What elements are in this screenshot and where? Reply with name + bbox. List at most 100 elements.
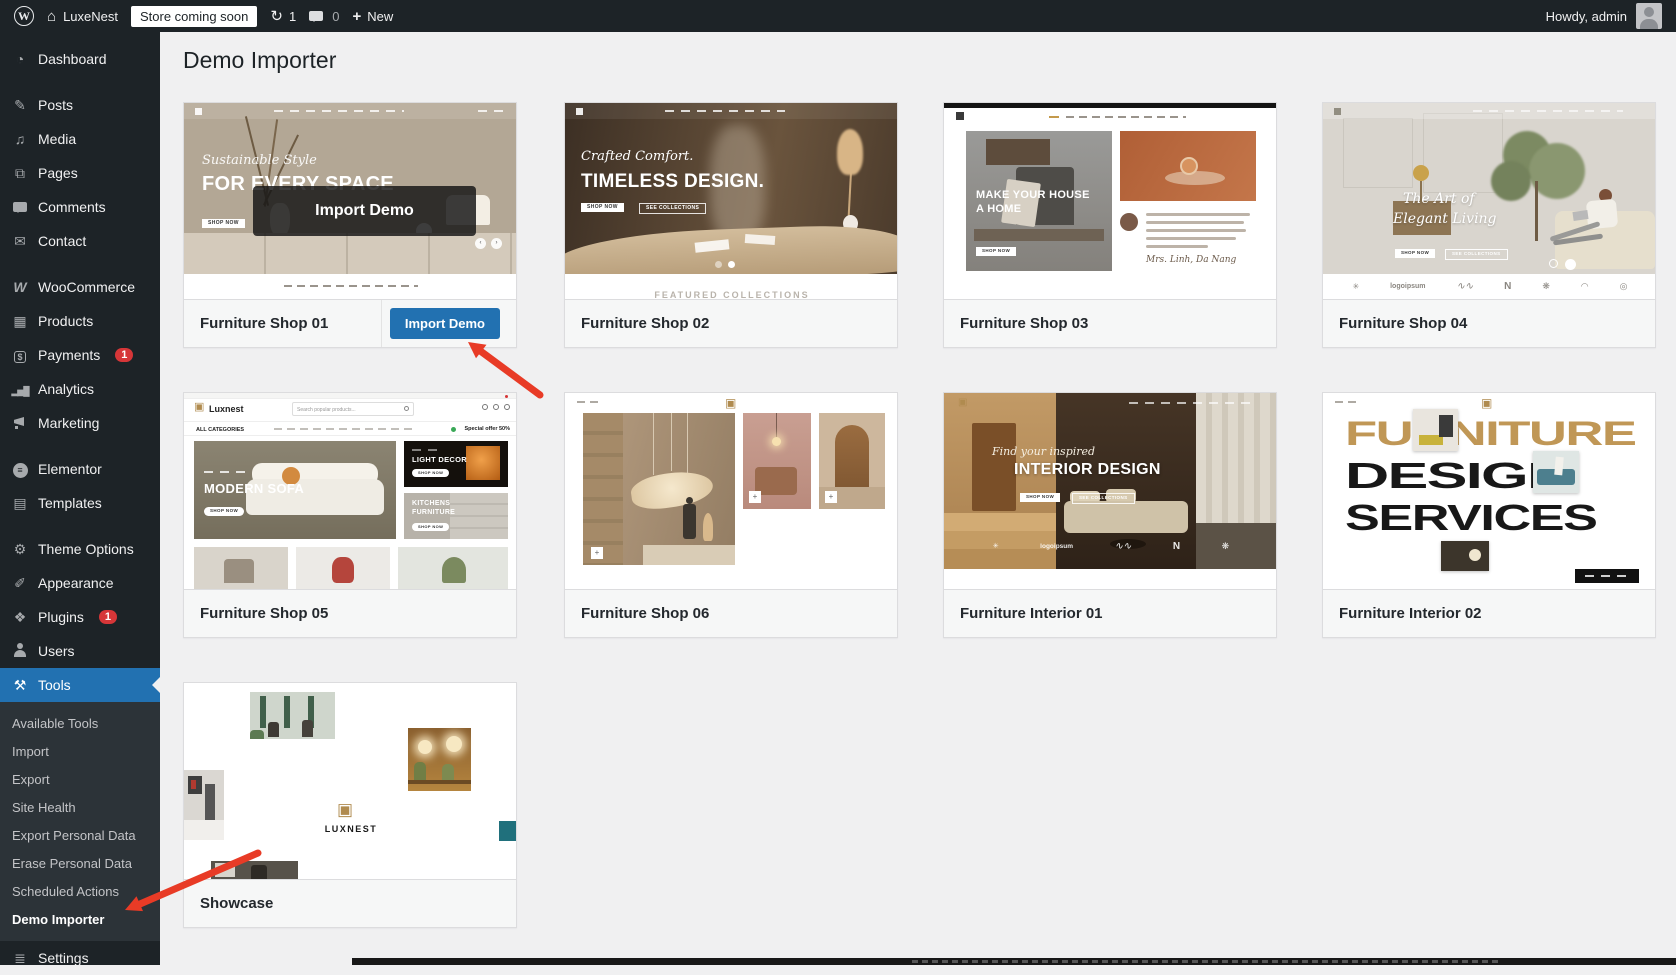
wall-panel-shape xyxy=(1343,118,1413,188)
lamp-glow-shape xyxy=(1469,549,1481,561)
sidebar-item-dashboard[interactable]: ◔Dashboard xyxy=(0,42,160,76)
import-demo-overlay-button[interactable]: Import Demo xyxy=(253,186,476,236)
stone-column-shape xyxy=(583,413,623,565)
wordpress-logo-icon[interactable]: W xyxy=(14,6,34,26)
demo-card-furniture-shop-06: ▣ + + + xyxy=(564,392,898,638)
new-plus-icon[interactable]: + xyxy=(352,8,361,25)
sunburst-logo-icon: ❋ xyxy=(1542,281,1550,292)
demo-thumbnail[interactable]: MAKE YOUR HOUSE A HOME SHOP NOW Mrs. Lin… xyxy=(944,103,1276,299)
sidebar-item-tools[interactable]: ⚒Tools xyxy=(0,668,160,702)
avatar[interactable] xyxy=(1636,3,1662,29)
sidebar-item-templates[interactable]: ▤Templates xyxy=(0,486,160,520)
script-text-shape xyxy=(412,449,438,451)
sidebar-item-elementor[interactable]: ≡Elementor xyxy=(0,452,160,486)
thumb-nav-icons-shape xyxy=(478,110,508,112)
plus-badge: + xyxy=(749,491,761,503)
scatter-photo-workshop xyxy=(211,861,298,879)
demo-thumbnail[interactable]: ▣ Luxnest Search popular products... ALL… xyxy=(184,393,516,589)
card-title: Furniture Shop 05 xyxy=(200,605,328,622)
thumb-logo-shape xyxy=(576,108,583,115)
sidebar-item-label: Contact xyxy=(38,233,86,249)
updates-icon[interactable]: ↻ xyxy=(270,9,283,24)
sidebar-item-payments[interactable]: $Payments1 xyxy=(0,338,160,372)
thumb-nav-links-shape xyxy=(1473,110,1623,112)
demo-card-furniture-shop-04: The Art of Elegant Living SHOP NOW SEE C… xyxy=(1322,102,1656,348)
headline-word: FURNITURE xyxy=(1345,415,1636,454)
home-icon[interactable]: ⌂ xyxy=(47,9,56,24)
sidebar-item-marketing[interactable]: Marketing xyxy=(0,406,160,440)
pendant-cord-shape xyxy=(687,413,688,479)
bench-shape xyxy=(974,229,1104,241)
submenu-item-available-tools[interactable]: Available Tools xyxy=(0,709,160,737)
signature-logo-icon: ∿∿ xyxy=(1456,281,1473,292)
comments-icon[interactable] xyxy=(309,11,323,21)
new-link[interactable]: New xyxy=(367,9,393,24)
submenu-item-export[interactable]: Export xyxy=(0,765,160,793)
submenu-item-scheduled-actions[interactable]: Scheduled Actions xyxy=(0,877,160,905)
sunburst-logo-icon: ❋ xyxy=(1222,541,1230,552)
sidebar-item-pages[interactable]: ⧉Pages xyxy=(0,156,160,190)
submenu-item-export-personal-data[interactable]: Export Personal Data xyxy=(0,821,160,849)
person-body-shape xyxy=(683,504,696,539)
submenu-item-site-health[interactable]: Site Health xyxy=(0,793,160,821)
demo-thumbnail[interactable]: ▣ + + + xyxy=(565,393,897,589)
demo-card-furniture-shop-03: MAKE YOUR HOUSE A HOME SHOP NOW Mrs. Lin… xyxy=(943,102,1277,348)
card-footer: Furniture Shop 04 xyxy=(1323,299,1655,347)
footer-divider xyxy=(381,300,382,347)
demo-thumbnail[interactable]: ▣ FURNITURE DESIGN SERVICES xyxy=(1323,393,1655,589)
hero-title-text: A HOME xyxy=(976,203,1021,215)
site-name-link[interactable]: LuxeNest xyxy=(63,9,118,24)
brand-logos-row: ✳ logoipsum ∿∿ N ❋ xyxy=(944,535,1276,557)
hero-banner: MODERN SOFA SHOP NOW xyxy=(194,441,396,539)
sidebar-item-posts[interactable]: ✎Posts xyxy=(0,88,160,122)
handwriting-line-shape xyxy=(1146,229,1246,232)
hero-title-text: INTERIOR DESIGN xyxy=(1014,461,1161,479)
card-footer: Furniture Shop 01 Import Demo xyxy=(184,299,516,347)
lamp-glow-shape xyxy=(446,736,462,752)
sidebar-item-contact[interactable]: ✉Contact xyxy=(0,224,160,258)
sidebar-item-woocommerce[interactable]: WWooCommerce xyxy=(0,270,160,304)
update-count[interactable]: 1 xyxy=(289,9,296,24)
sidebar-item-label: Plugins xyxy=(38,609,84,625)
active-menu-pointer xyxy=(144,677,160,693)
demo-thumbnail[interactable]: Sustainable Style FOR EVERY SPACE SHOP N… xyxy=(184,103,516,299)
comment-count[interactable]: 0 xyxy=(332,9,339,24)
sidebar-item-settings[interactable]: ≣Settings xyxy=(0,941,160,975)
cart-icon xyxy=(504,404,510,410)
sidebar-item-plugins[interactable]: ❖Plugins1 xyxy=(0,600,160,634)
howdy-text[interactable]: Howdy, admin xyxy=(1546,9,1627,24)
lamp-glow-shape xyxy=(418,740,432,754)
armchair-shape xyxy=(755,467,797,495)
sidebar-item-media[interactable]: ♫Media xyxy=(0,122,160,156)
sidebar-item-products[interactable]: ▦Products xyxy=(0,304,160,338)
strip-text: FEATURED COLLECTIONS xyxy=(565,290,897,299)
submenu-item-demo-importer[interactable]: Demo Importer xyxy=(0,905,160,933)
sidebar-item-analytics[interactable]: ▂▅█Analytics xyxy=(0,372,160,406)
sidebar-item-users[interactable]: Users xyxy=(0,634,160,668)
hero-script-text: The Art of xyxy=(1403,191,1475,207)
import-demo-button[interactable]: Import Demo xyxy=(390,308,500,339)
submenu-item-erase-personal-data[interactable]: Erase Personal Data xyxy=(0,849,160,877)
wrench-icon: ⚒ xyxy=(11,678,29,692)
demo-thumbnail[interactable]: The Art of Elegant Living SHOP NOW SEE C… xyxy=(1323,103,1655,299)
sidebar-item-appearance[interactable]: ✐Appearance xyxy=(0,566,160,600)
demo-thumbnail[interactable]: Crafted Comfort. TIMELESS DESIGN. SHOP N… xyxy=(565,103,897,299)
megaphone-shape xyxy=(13,415,27,429)
sidebar-item-label: Marketing xyxy=(38,415,99,431)
sidebar-item-theme-options[interactable]: ⚙Theme Options xyxy=(0,532,160,566)
banner-title-text: FURNITURE xyxy=(412,509,455,516)
search-input: Search popular products... xyxy=(292,402,414,416)
see-collections-button: SEE COLLECTIONS xyxy=(1445,249,1508,260)
plant-shape xyxy=(414,762,426,780)
collage-photo xyxy=(1413,409,1458,451)
social-icons-shape xyxy=(1335,401,1357,403)
demo-thumbnail[interactable]: ▣ LUXNEST xyxy=(184,683,516,879)
card-title: Showcase xyxy=(200,895,273,912)
thumb-nav-links-shape xyxy=(1129,402,1257,404)
demo-card-furniture-interior-01: ▣ Find your inspired INTERIOR DESIGN SHO… xyxy=(943,392,1277,638)
submenu-item-import[interactable]: Import xyxy=(0,737,160,765)
shop-now-button: SHOP NOW xyxy=(581,203,624,212)
background-window-strip xyxy=(352,958,1676,965)
demo-thumbnail[interactable]: ▣ Find your inspired INTERIOR DESIGN SHO… xyxy=(944,393,1276,589)
sidebar-item-comments[interactable]: Comments xyxy=(0,190,160,224)
